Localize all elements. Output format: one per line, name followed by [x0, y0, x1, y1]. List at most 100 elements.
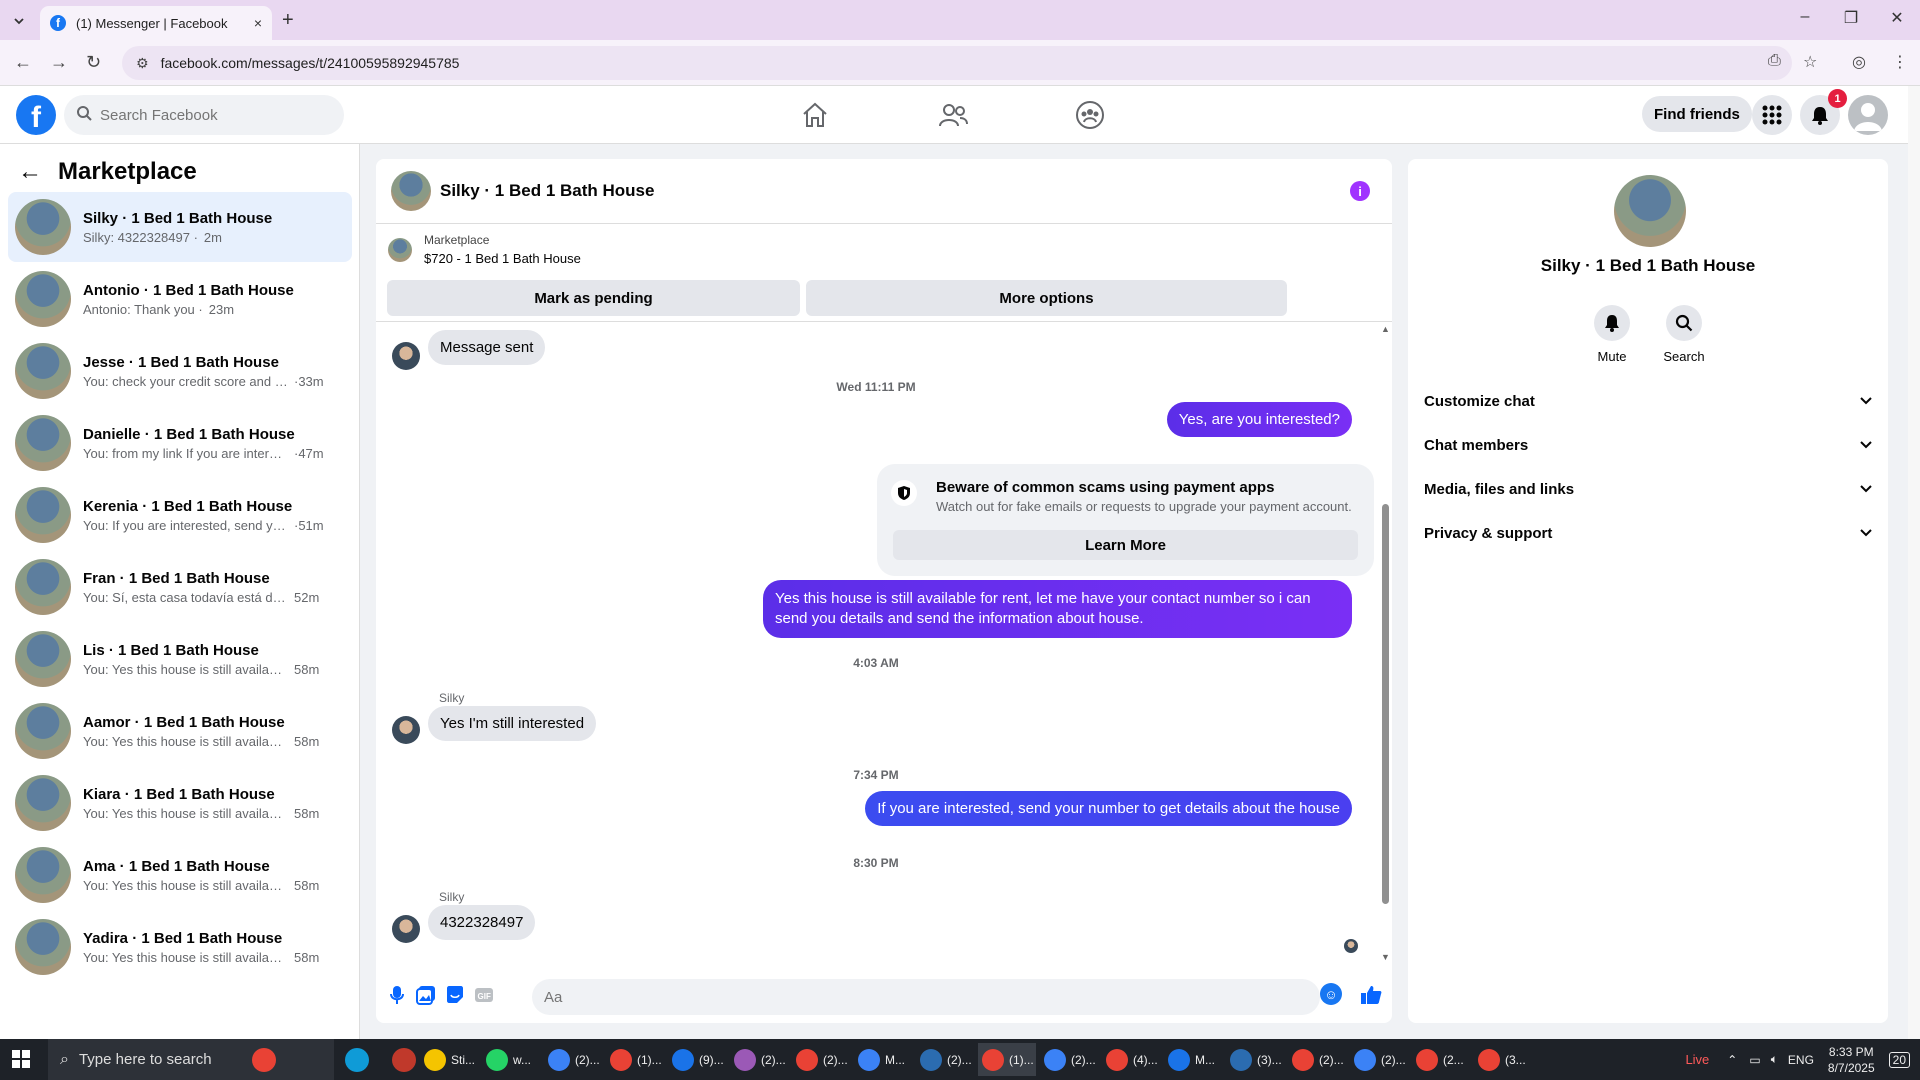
clock[interactable]: 8:33 PM 8/7/2025: [1828, 1044, 1875, 1076]
taskbar-app[interactable]: (9)...: [668, 1043, 726, 1076]
reload-icon[interactable]: ↻: [86, 52, 101, 73]
emoji-icon[interactable]: ☺: [1320, 983, 1342, 1005]
taskbar-app[interactable]: M...: [854, 1043, 912, 1076]
new-tab-button[interactable]: +: [282, 9, 294, 32]
message-input[interactable]: [532, 979, 1320, 1015]
install-app-icon[interactable]: ⎙: [1768, 52, 1781, 70]
scroll-down-icon[interactable]: ▼: [1381, 952, 1390, 962]
info-icon[interactable]: i: [1350, 181, 1370, 201]
scrollbar-thumb[interactable]: [1382, 504, 1389, 904]
taskbar-app[interactable]: (1)...: [978, 1043, 1036, 1076]
conversation-item[interactable]: Aamor · 1 Bed 1 Bath House You: Yes this …: [8, 696, 352, 766]
volume-icon[interactable]: 🔈︎: [1771, 1052, 1778, 1067]
tab-search-button[interactable]: [8, 10, 30, 32]
taskbar-app[interactable]: (2)...: [1350, 1043, 1408, 1076]
taskbar-app[interactable]: M...: [1164, 1043, 1222, 1076]
language-indicator[interactable]: ENG: [1788, 1053, 1814, 1067]
conversation-item[interactable]: Lis · 1 Bed 1 Bath House You: Yes this ho…: [8, 624, 352, 694]
taskbar-app[interactable]: (3...: [1474, 1043, 1532, 1076]
listing-title[interactable]: $720 - 1 Bed 1 Bath House: [424, 251, 581, 266]
taskbar-app[interactable]: (2)...: [730, 1043, 788, 1076]
groups-icon[interactable]: [1072, 98, 1108, 132]
edge-icon[interactable]: [345, 1048, 369, 1072]
conversation-item[interactable]: Fran · 1 Bed 1 Bath House You: Sí, esta c…: [8, 552, 352, 622]
facebook-favicon-icon: f: [50, 15, 66, 31]
browser-menu-icon[interactable]: ⋮: [1892, 52, 1908, 72]
taskbar-app[interactable]: (2)...: [792, 1043, 850, 1076]
site-settings-icon[interactable]: ⚙: [136, 55, 149, 72]
live-weather-text[interactable]: Live: [1685, 1052, 1709, 1067]
taskbar-app[interactable]: (2)...: [1288, 1043, 1346, 1076]
conversation-item[interactable]: Antonio · 1 Bed 1 Bath House Antonio: Tha…: [8, 264, 352, 334]
conversation-item[interactable]: Jesse · 1 Bed 1 Bath House You: check you…: [8, 336, 352, 406]
find-friends-button[interactable]: Find friends: [1642, 96, 1752, 132]
privacy-support-section[interactable]: Privacy & support: [1424, 515, 1872, 551]
taskbar-app[interactable]: w...: [482, 1043, 540, 1076]
taskbar-app[interactable]: (2)...: [544, 1043, 602, 1076]
friends-icon[interactable]: [935, 98, 971, 132]
minimize-button[interactable]: –: [1790, 8, 1820, 26]
taskbar-app[interactable]: (2)...: [1040, 1043, 1098, 1076]
taskbar-app[interactable]: (1)...: [606, 1043, 664, 1076]
search-in-chat-button[interactable]: Search: [1649, 305, 1719, 364]
conversation-time: 2m: [203, 229, 222, 245]
profile-icon[interactable]: ◎: [1852, 52, 1866, 72]
media-files-links-section[interactable]: Media, files and links: [1424, 471, 1872, 507]
taskbar-app[interactable]: (4)...: [1102, 1043, 1160, 1076]
learn-more-button[interactable]: Learn More: [893, 530, 1358, 560]
conversation-item[interactable]: Kiara · 1 Bed 1 Bath House You: Yes this …: [8, 768, 352, 838]
account-avatar[interactable]: [1848, 95, 1888, 135]
listing-thumbnail[interactable]: [388, 238, 412, 262]
home-icon[interactable]: [797, 98, 833, 132]
mark-as-pending-button[interactable]: Mark as pending: [387, 280, 800, 316]
customize-chat-section[interactable]: Customize chat: [1424, 383, 1872, 419]
tab-close-icon[interactable]: ×: [254, 15, 262, 31]
address-bar[interactable]: ⚙ facebook.com/messages/t/24100595892945…: [122, 46, 1792, 80]
taskbar-app[interactable]: Sti...: [420, 1043, 478, 1076]
taskbar-app[interactable]: (3)...: [1226, 1043, 1284, 1076]
browser-tab-messenger[interactable]: f (1) Messenger | Facebook ×: [40, 6, 272, 40]
forward-arrow-icon[interactable]: →: [50, 52, 68, 73]
scroll-up-icon[interactable]: ▲: [1381, 324, 1390, 334]
photo-icon[interactable]: [414, 983, 438, 1007]
close-window-button[interactable]: ✕: [1882, 8, 1912, 28]
taskbar-search[interactable]: ⌕ Type here to search: [48, 1039, 334, 1080]
back-arrow-icon[interactable]: ←: [18, 158, 42, 186]
conversation-item[interactable]: Kerenia · 1 Bed 1 Bath House You: If you …: [8, 480, 352, 550]
app-icon: [796, 1048, 818, 1071]
chat-avatar[interactable]: [391, 171, 431, 211]
mute-button[interactable]: Mute: [1577, 305, 1647, 364]
facebook-search-input[interactable]: [100, 106, 320, 124]
conversation-item[interactable]: Danielle · 1 Bed 1 Bath House You: from m…: [8, 408, 352, 478]
facebook-logo-icon[interactable]: f: [16, 95, 56, 135]
taskbar-app[interactable]: (2)...: [916, 1043, 974, 1076]
chat-members-section[interactable]: Chat members: [1424, 427, 1872, 463]
message-scrollbar[interactable]: ▲ ▼: [1379, 322, 1391, 969]
menu-grid-icon[interactable]: [1752, 95, 1792, 135]
back-arrow-icon[interactable]: ←: [14, 52, 32, 73]
restore-button[interactable]: ❐: [1836, 8, 1866, 28]
conversation-item[interactable]: Ama · 1 Bed 1 Bath House You: Yes this ho…: [8, 840, 352, 910]
network-icon[interactable]: ▭: [1749, 1053, 1760, 1067]
chevron-up-icon[interactable]: ⌃: [1727, 1053, 1737, 1067]
browser-toolbar: ← → ↻ ⚙ facebook.com/messages/t/24100595…: [0, 40, 1920, 86]
notification-center-icon[interactable]: 20: [1888, 1051, 1910, 1068]
windows-start-icon[interactable]: [12, 1050, 30, 1068]
conversation-preview: You: Yes this house is still available f…: [83, 733, 288, 749]
gif-icon[interactable]: GIF: [472, 983, 496, 1007]
profile-photo[interactable]: [1614, 175, 1686, 247]
thumbs-up-icon[interactable]: [1359, 983, 1383, 1007]
app-icon[interactable]: [392, 1048, 416, 1072]
taskbar-app[interactable]: (2...: [1412, 1043, 1470, 1076]
more-options-button[interactable]: More options: [806, 280, 1287, 316]
microphone-icon[interactable]: [385, 983, 409, 1007]
message-bubble-outgoing: Yes, are you interested?: [1166, 402, 1352, 437]
page-scrollbar[interactable]: [1908, 86, 1920, 1039]
conversation-item[interactable]: Yadira · 1 Bed 1 Bath House You: Yes this…: [8, 912, 352, 982]
app-icon[interactable]: [252, 1048, 276, 1072]
sticker-icon[interactable]: [443, 983, 467, 1007]
chat-title[interactable]: Silky · 1 Bed 1 Bath House: [440, 181, 654, 201]
facebook-search[interactable]: [64, 95, 344, 135]
bookmark-star-icon[interactable]: ☆: [1803, 52, 1817, 72]
conversation-item[interactable]: Silky · 1 Bed 1 Bath House Silky: 4322328…: [8, 192, 352, 262]
